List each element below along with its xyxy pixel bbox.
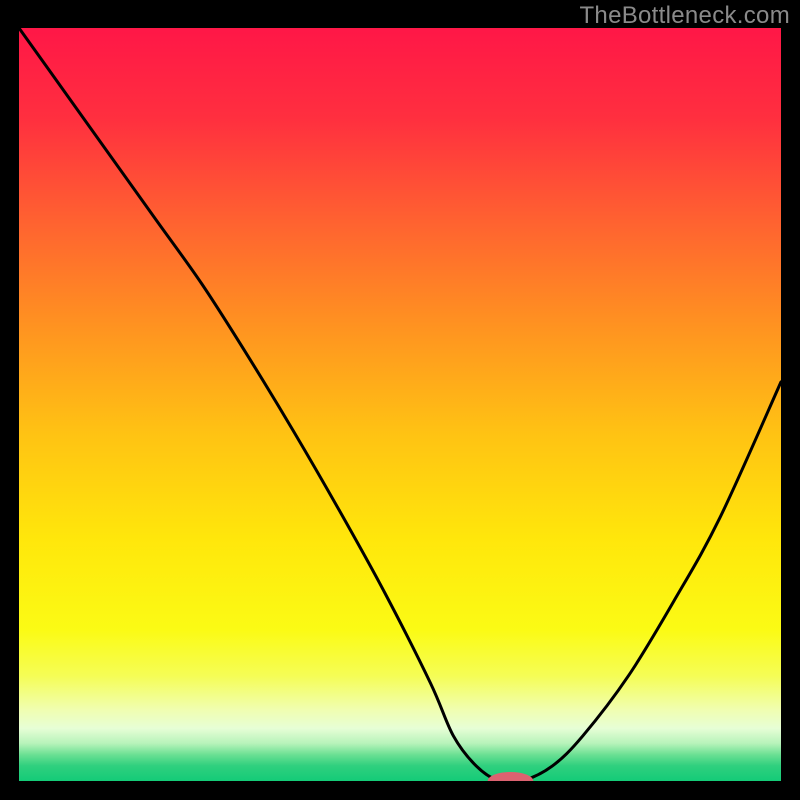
chart-svg	[19, 28, 781, 781]
plot-area	[19, 28, 781, 781]
watermark-text: TheBottleneck.com	[579, 2, 790, 30]
chart-frame: TheBottleneck.com	[0, 0, 800, 800]
gradient-background	[19, 28, 781, 781]
